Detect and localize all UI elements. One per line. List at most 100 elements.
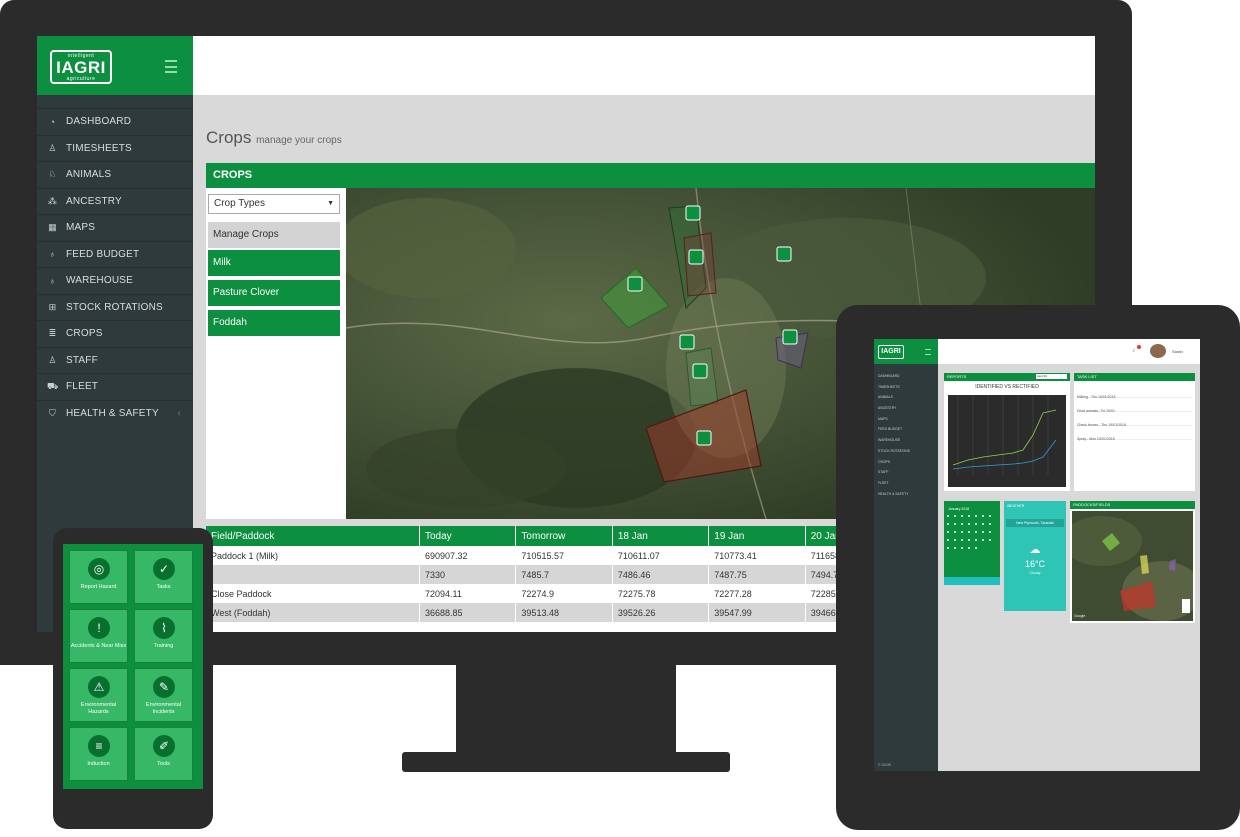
sidebar-item-label: FLEET — [66, 381, 99, 393]
tablet-nav-item[interactable]: ANIMALS — [874, 392, 938, 403]
tile-induction[interactable]: ≡ Induction — [69, 727, 128, 781]
map-icon: ▦ — [48, 222, 57, 233]
tile-label: Tasks — [156, 584, 171, 590]
calendar-grid — [947, 515, 991, 549]
manage-crops-button[interactable]: Manage Crops — [208, 222, 340, 248]
sidebar-item-fleet[interactable]: ⛟ FLEET — [37, 373, 193, 400]
sidebar-item-maps[interactable]: ▦ MAPS — [37, 214, 193, 241]
task-list-panel: TASK LIST Milking - Thu 19/01/2018 Feed a… — [1074, 373, 1195, 491]
tile-label: Environmental Incidents — [145, 702, 182, 715]
hamburger-menu-icon[interactable] — [165, 60, 177, 73]
page-title-text: Crops — [206, 128, 252, 147]
task-item[interactable]: Spray - Mon 23/01/2018 — [1077, 427, 1192, 441]
camera-icon: ◎ — [88, 558, 110, 580]
weather-cloud-icon: ☁ — [1029, 544, 1041, 556]
tile-label: Tools — [157, 761, 170, 767]
reports-line-chart — [948, 395, 1066, 487]
chevron-left-icon[interactable]: ‹ — [177, 408, 181, 419]
sidebar-item-stock-rotations[interactable]: ⊞ STOCK ROTATIONS — [37, 293, 193, 321]
reports-range-select[interactable]: Last 30 — [1036, 374, 1067, 379]
tile-accidents-near-miss[interactable]: ! Accidents & Near Miss — [69, 609, 128, 663]
shield-icon: ⛉ — [49, 407, 56, 418]
tablet-nav-item[interactable]: STOCK ROTATIONS — [874, 446, 938, 457]
table-header-cell[interactable]: Tomorrow — [515, 526, 613, 546]
crop-types-select-value: Crop Types — [214, 198, 265, 209]
calendar-widget[interactable]: January 2018 — [944, 501, 1000, 585]
tile-report-hazard[interactable]: ◎ Report Hazard — [69, 550, 128, 604]
monitor-stand-base — [402, 752, 730, 772]
tile-tools[interactable]: ✐ Tools — [134, 727, 193, 781]
crop-item-foddah[interactable]: Foddah — [208, 310, 340, 336]
tablet-nav-item[interactable]: ANCESTRY — [874, 403, 938, 414]
table-cell: 72275.78 — [612, 584, 710, 603]
table-cell: 7486.46 — [612, 565, 710, 584]
table-cell: 39547.99 — [708, 603, 806, 622]
tablet-nav-item[interactable]: DASHBOARD — [874, 371, 938, 382]
table-header-cell[interactable]: Field/Paddock — [206, 526, 420, 546]
tile-label: Induction — [87, 761, 110, 767]
user-avatar[interactable] — [1150, 344, 1166, 358]
tile-environmental-hazards[interactable]: ⚠ Environmental Hazards — [69, 668, 128, 722]
table-cell: 7485.7 — [515, 565, 613, 584]
money-bag-icon: ♁ — [49, 249, 56, 260]
weather-location[interactable]: New Plymouth, Taranaki — [1006, 519, 1064, 527]
table-cell: 72277.28 — [708, 584, 806, 603]
task-item[interactable]: Milking - Thu 19/01/2018 — [1077, 385, 1192, 399]
tablet-nav-item[interactable]: FEED BUDGET — [874, 424, 938, 435]
tablet-nav-item[interactable]: CROPS — [874, 457, 938, 468]
app-logo[interactable]: intelligent IAGRI agriculture — [50, 50, 112, 84]
sidebar-item-label: HEALTH & SAFETY — [66, 407, 159, 419]
tablet-nav-item[interactable]: WAREHOUSE — [874, 435, 938, 446]
tile-environmental-incidents[interactable]: ✎ Environmental Incidents — [134, 668, 193, 722]
table-header-cell[interactable]: 19 Jan — [708, 526, 806, 546]
table-cell: 39513.48 — [515, 603, 613, 622]
tablet-nav-item[interactable]: FLEET — [874, 478, 938, 489]
sidebar-item-label: ANCESTRY — [66, 195, 122, 207]
tile-training[interactable]: ⌇ Training — [134, 609, 193, 663]
tile-label: Report Hazard — [80, 584, 117, 590]
task-list-header: TASK LIST — [1074, 373, 1195, 381]
logo-text: IAGRI — [56, 58, 106, 77]
crop-item-pasture-clover[interactable]: Pasture Clover — [208, 280, 340, 306]
table-header-cell[interactable]: Today — [419, 526, 517, 546]
top-header-bar — [193, 36, 1095, 95]
map-credit: Google — [1074, 614, 1086, 618]
table-header-cell[interactable]: 18 Jan — [612, 526, 710, 546]
task-item[interactable]: Check fences - Thu 19/01/2018 — [1077, 413, 1192, 427]
table-cell: 39526.26 — [612, 603, 710, 622]
crop-types-select[interactable]: Crop Types ▼ — [208, 194, 340, 214]
table-cell: 710611.07 — [612, 546, 710, 565]
tablet-footer: © IAGRI — [878, 763, 892, 767]
tablet-nav-item[interactable]: HEALTH & SAFETY — [874, 489, 938, 500]
task-item[interactable]: Feed animals - Fri 20/01 — [1077, 399, 1192, 413]
animal-icon: ♘ — [48, 169, 57, 180]
paddocks-map[interactable] — [1072, 511, 1193, 621]
page-subtitle: manage your crops — [256, 135, 342, 146]
table-cell: 72094.11 — [419, 584, 517, 603]
user-name[interactable]: Sarah — [1172, 349, 1183, 354]
tablet-hamburger-icon[interactable] — [925, 349, 931, 355]
table-cell: 7487.75 — [708, 565, 806, 584]
crop-item-milk[interactable]: Milk — [208, 250, 340, 276]
sidebar-item-feed-budget[interactable]: ♁ FEED BUDGET — [37, 240, 193, 268]
tablet-nav: DASHBOARD TIMESHEETS ANIMALS ANCESTRY MAPS FE… — [874, 371, 938, 499]
tablet-nav-item[interactable]: STAFF — [874, 467, 938, 478]
tile-tasks[interactable]: ✓ Tasks — [134, 550, 193, 604]
sidebar-item-timesheets[interactable]: ♙ TIMESHEETS — [37, 134, 193, 162]
sidebar-item-dashboard[interactable]: ◔ DASHBOARD — [37, 108, 193, 135]
sidebar-item-staff[interactable]: ♙ STAFF — [37, 346, 193, 374]
tablet-sidebar: IAGRI DASHBOARD TIMESHEETS ANIMALS ANCESTRY… — [874, 339, 938, 771]
sidebar-item-ancestry[interactable]: ⁂ ANCESTRY — [37, 187, 193, 215]
tablet-nav-item[interactable]: MAPS — [874, 414, 938, 425]
table-cell: 72274.9 — [515, 584, 613, 603]
tablet-nav-item[interactable]: TIMESHEETS — [874, 382, 938, 393]
sidebar-item-crops[interactable]: ≣ CROPS — [37, 320, 193, 347]
sidebar-item-health-safety[interactable]: ⛉ HEALTH & SAFETY ‹ — [37, 399, 193, 427]
sidebar-item-animals[interactable]: ♘ ANIMALS — [37, 161, 193, 188]
paddocks-panel: PADDOCKS/FIELDS Google — [1070, 501, 1195, 623]
tablet-topbar: ♪ Sarah — [938, 339, 1200, 364]
sidebar-item-warehouse[interactable]: ♁ WAREHOUSE — [37, 267, 193, 294]
tablet-logo[interactable]: IAGRI — [878, 345, 904, 359]
paddocks-header-label: PADDOCKS/FIELDS — [1073, 502, 1111, 507]
table-cell: 690907.32 — [419, 546, 517, 565]
